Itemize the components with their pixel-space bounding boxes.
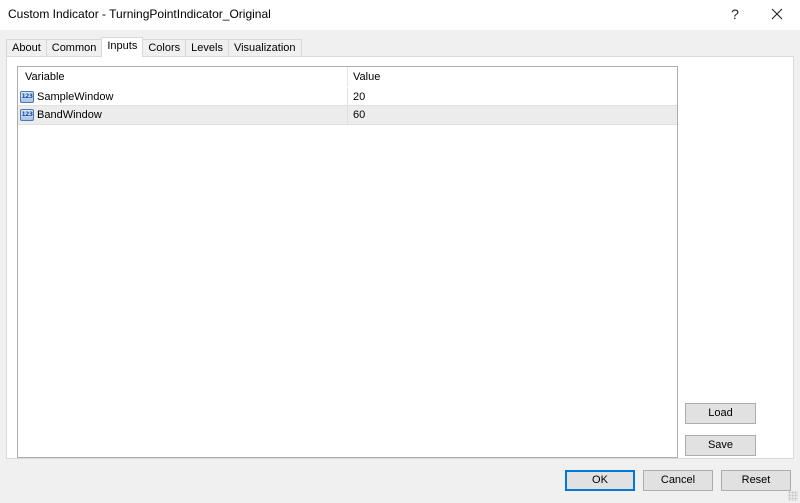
integer-123-icon: 123 (20, 90, 34, 103)
tab-about[interactable]: About (6, 39, 47, 56)
ok-button[interactable]: OK (565, 470, 635, 491)
table-row[interactable]: 123 BandWindow 60 (18, 106, 677, 125)
variable-name: SampleWindow (37, 90, 114, 103)
integer-123-icon: 123 (20, 109, 34, 121)
load-button[interactable]: Load (685, 403, 756, 424)
reset-button[interactable]: Reset (721, 470, 791, 491)
column-header-variable[interactable]: Variable (18, 67, 348, 87)
resize-grip[interactable] (788, 491, 798, 501)
close-button[interactable] (764, 3, 790, 25)
help-button[interactable]: ? (722, 3, 748, 25)
close-icon (771, 8, 783, 20)
tab-common[interactable]: Common (45, 39, 103, 56)
inputs-tab-panel: Variable Value 123 SampleWindow 20 123 B… (6, 56, 794, 459)
inputs-grid: Variable Value 123 SampleWindow 20 123 B… (17, 66, 678, 458)
dialog-client: About Common Inputs Colors Levels Visual… (0, 30, 800, 503)
save-button[interactable]: Save (685, 435, 756, 456)
variable-name: BandWindow (37, 109, 102, 121)
value-cell[interactable]: 60 (348, 106, 677, 124)
table-row[interactable]: 123 SampleWindow 20 (18, 87, 677, 106)
grid-header: Variable Value (18, 67, 677, 87)
value-cell[interactable]: 20 (348, 88, 677, 105)
tab-inputs[interactable]: Inputs (101, 37, 144, 57)
column-header-value[interactable]: Value (348, 67, 677, 87)
cancel-button[interactable]: Cancel (643, 470, 713, 491)
window-title: Custom Indicator - TurningPointIndicator… (8, 7, 271, 21)
variable-cell: 123 BandWindow (18, 106, 348, 124)
tab-colors[interactable]: Colors (142, 39, 187, 56)
variable-cell: 123 SampleWindow (18, 88, 348, 105)
tab-strip: About Common Inputs Colors Levels Visual… (6, 37, 302, 57)
title-bar: Custom Indicator - TurningPointIndicator… (0, 0, 800, 30)
tab-levels[interactable]: Levels (185, 39, 229, 56)
tab-visualization[interactable]: Visualization (227, 39, 302, 56)
